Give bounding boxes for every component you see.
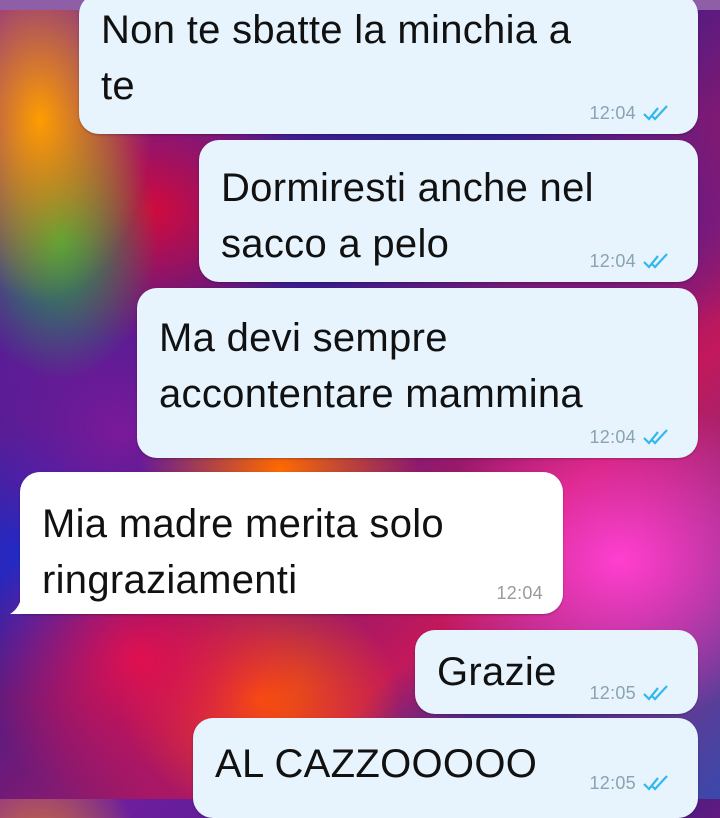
message-text: Non te sbatte la minchia a bbox=[101, 8, 572, 52]
message-meta: 12:04 bbox=[589, 250, 672, 272]
read-double-check-icon bbox=[643, 429, 668, 445]
read-double-check-icon bbox=[643, 775, 668, 791]
read-double-check-icon bbox=[643, 685, 668, 701]
message-bubble-incoming[interactable]: Mia madre merita solo ringraziamenti 12:… bbox=[10, 472, 563, 614]
message-meta: 12:04 bbox=[496, 582, 543, 604]
read-double-check-icon bbox=[643, 253, 668, 269]
message-bubble-outgoing[interactable]: Ma devi sempre accontentare mammina 12:0… bbox=[137, 288, 698, 458]
message-bubble-outgoing[interactable]: Dormiresti anche nel sacco a pelo 12:04 bbox=[199, 140, 698, 282]
message-meta: 12:05 bbox=[589, 682, 672, 704]
message-time: 12:05 bbox=[589, 683, 636, 703]
message-bubble-outgoing[interactable]: Non te sbatte la minchia a te 12:04 bbox=[79, 0, 698, 134]
message-bubble-outgoing[interactable]: AL CAZZOOOOO 12:05 bbox=[193, 718, 698, 818]
message-text: Mia madre merita solo bbox=[42, 502, 444, 546]
message-text: Ma devi sempre bbox=[159, 316, 448, 360]
message-text: ringraziamenti bbox=[42, 558, 298, 602]
read-double-check-icon bbox=[643, 105, 668, 121]
message-meta: 12:04 bbox=[589, 426, 672, 448]
bubble-tail bbox=[10, 590, 34, 614]
message-text: accontentare mammina bbox=[159, 372, 583, 416]
message-time: 12:05 bbox=[589, 773, 636, 793]
message-time: 12:04 bbox=[496, 583, 543, 603]
message-meta: 12:04 bbox=[589, 102, 672, 124]
message-time: 12:04 bbox=[589, 427, 636, 447]
message-time: 12:04 bbox=[589, 103, 636, 123]
message-meta: 12:05 bbox=[589, 772, 672, 794]
message-text: Dormiresti anche nel bbox=[221, 166, 594, 210]
message-time: 12:04 bbox=[589, 251, 636, 271]
message-bubble-outgoing[interactable]: Grazie 12:05 bbox=[415, 630, 698, 714]
